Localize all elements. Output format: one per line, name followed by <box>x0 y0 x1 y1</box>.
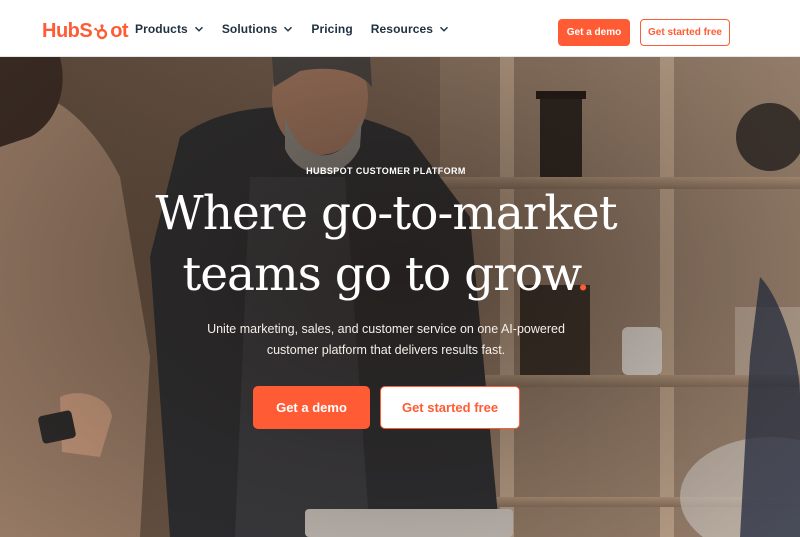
hero-headline-line1: Where go-to-market <box>155 186 617 241</box>
hero-headline-dot: . <box>575 247 591 302</box>
top-navigation: HubS ot Products Solutions Pricing Resou… <box>0 0 800 57</box>
hero-eyebrow: HUBSPOT CUSTOMER PLATFORM <box>306 166 466 176</box>
nav-resources[interactable]: Resources <box>371 22 449 36</box>
nav-solutions-label: Solutions <box>221 21 278 36</box>
nav-pricing[interactable]: Pricing <box>311 22 352 36</box>
logo-text-right: ot <box>110 20 129 42</box>
nav-products-label: Products <box>135 21 188 36</box>
chevron-down-icon <box>440 26 449 32</box>
hero-get-demo-button[interactable]: Get a demo <box>253 386 370 429</box>
logo-text-left: HubS <box>42 20 93 42</box>
nav-pricing-label: Pricing <box>311 21 353 36</box>
chevron-down-icon <box>194 26 203 32</box>
hero-get-started-free-button[interactable]: Get started free <box>380 386 520 429</box>
nav-resources-label: Resources <box>370 21 434 36</box>
nav-solutions[interactable]: Solutions <box>222 22 294 36</box>
hero-headline: Where go-to-market teams go to grow. <box>0 183 772 305</box>
hubspot-logo[interactable]: HubS ot <box>42 19 129 43</box>
nav-products[interactable]: Products <box>135 22 204 36</box>
chevron-down-icon <box>284 26 293 32</box>
header-get-demo-button[interactable]: Get a demo <box>558 19 630 46</box>
header-get-started-free-button[interactable]: Get started free <box>640 19 730 46</box>
hero-headline-line2: teams go to grow <box>182 247 576 302</box>
hero-subtext: Unite marketing, sales, and customer ser… <box>207 322 565 357</box>
main-menu: Products Solutions Pricing Resources <box>135 0 449 57</box>
hero-section: HUBSPOT CUSTOMER PLATFORM Where go-to-ma… <box>0 57 800 537</box>
sprocket-icon <box>94 24 108 40</box>
